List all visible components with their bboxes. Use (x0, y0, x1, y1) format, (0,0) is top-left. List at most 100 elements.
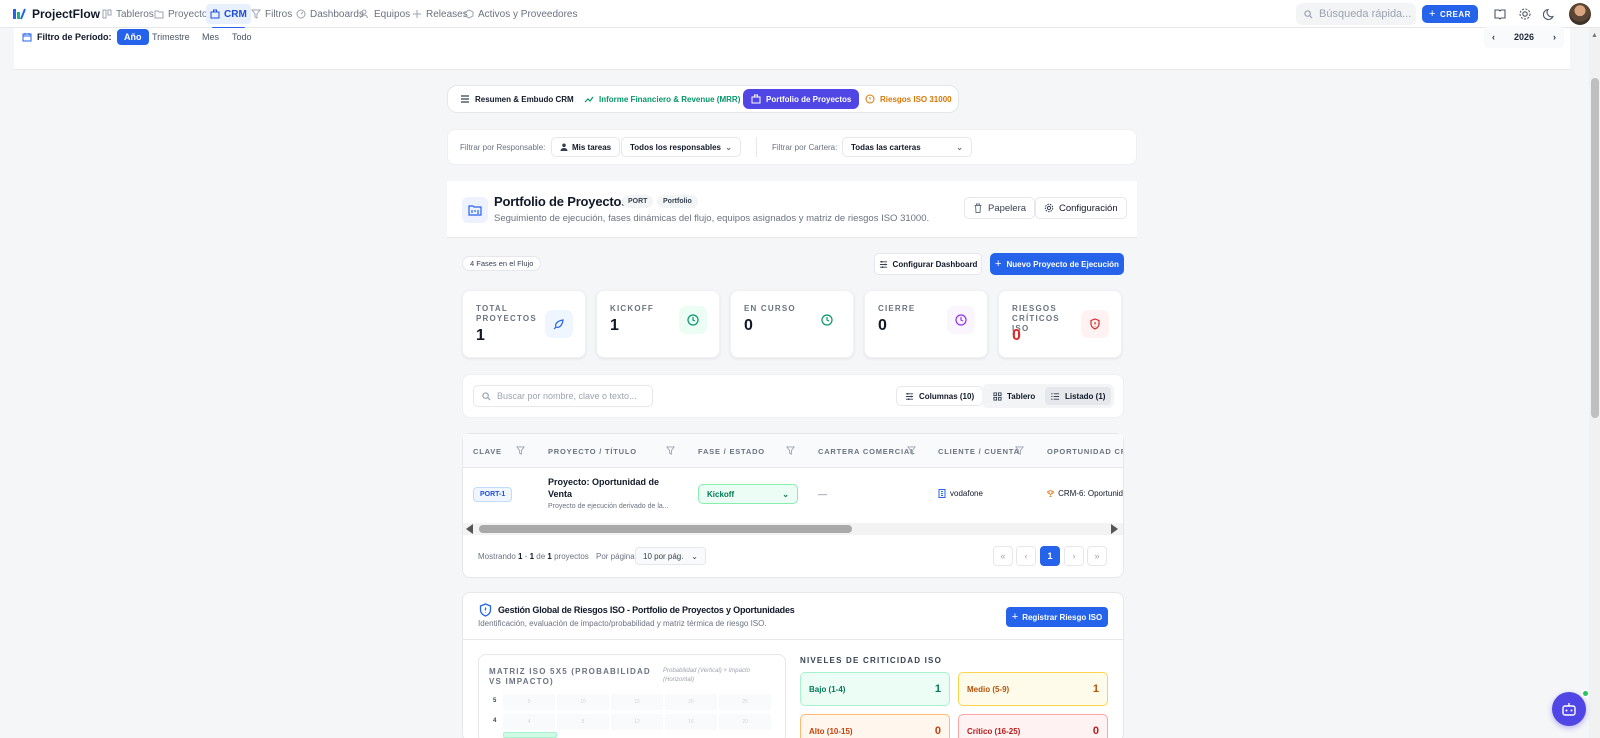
matrix-cell[interactable]: 4 (503, 714, 555, 730)
chevron-left-icon: ‹ (1024, 551, 1028, 561)
calendar-icon (22, 33, 32, 42)
matrix-cell[interactable]: 20 (665, 694, 717, 710)
matrix-cell[interactable]: 10 (557, 694, 609, 710)
nav-item-equipos[interactable]: Equipos (356, 4, 414, 24)
board-view-button[interactable]: Tablero (987, 387, 1041, 405)
filter-icon[interactable] (666, 446, 675, 455)
chevron-right-icon[interactable]: › (1553, 32, 1556, 42)
filter-icon[interactable] (516, 446, 525, 455)
column-header-cartera[interactable]: CARTERA COMERCIAL (818, 447, 915, 456)
kpi-value: 0 (1012, 327, 1021, 344)
nav-item-tableros[interactable]: Tableros (98, 4, 158, 24)
per-page-select[interactable]: 10 por pág. ⌄ (635, 547, 706, 565)
filter-icon[interactable] (907, 446, 916, 455)
column-header-proyecto[interactable]: PROYECTO / TÍTULO (548, 447, 637, 456)
column-header-fase[interactable]: FASE / ESTADO (698, 447, 765, 456)
moon-icon[interactable] (1543, 7, 1557, 21)
period-tab-trimestre[interactable]: Trimestre (145, 29, 197, 45)
nav-item-activos[interactable]: Activos y Proveedores (460, 4, 582, 24)
plus-icon: + (995, 258, 1002, 270)
portfolio-select[interactable]: Todas las carteras ⌄ (842, 137, 972, 157)
period-tab-todo[interactable]: Todo (225, 29, 259, 45)
client-cell[interactable]: vodafone (938, 489, 983, 498)
level-bajo[interactable]: Bajo (1-4) 1 (800, 672, 950, 706)
matrix-cell[interactable]: 12 (611, 714, 663, 730)
project-type-chip: Portfolio (657, 195, 698, 208)
matrix-cell[interactable]: 25 (719, 694, 771, 710)
nav-item-crm[interactable]: CRM (206, 4, 251, 29)
create-button[interactable]: + CREAR (1422, 5, 1478, 23)
dashboard-icon (296, 9, 306, 19)
opportunity-cell[interactable]: CRM-6: Oportunid (1047, 489, 1123, 498)
search-icon (482, 391, 491, 401)
create-label: CREAR (1439, 9, 1471, 19)
assistant-bot-button[interactable] (1552, 692, 1586, 726)
page-button-current[interactable]: 1 (1040, 546, 1060, 566)
scroll-right-arrow[interactable] (1111, 524, 1118, 534)
user-avatar[interactable] (1569, 3, 1591, 25)
chevron-left-icon[interactable]: ‹ (1492, 32, 1495, 42)
trash-button[interactable]: Papelera (964, 197, 1036, 219)
filter-icon[interactable] (1015, 446, 1024, 455)
bot-icon (1562, 703, 1576, 716)
period-tab-mes[interactable]: Mes (195, 29, 226, 45)
matrix-cell[interactable]: 8 (557, 714, 609, 730)
scroll-up-arrow[interactable]: ▲ (1591, 32, 1598, 39)
column-header-clave[interactable]: CLAVE (473, 447, 502, 456)
phase-select[interactable]: Kickoff ⌄ (698, 484, 798, 504)
new-project-button[interactable]: + Nuevo Proyecto de Ejecución (990, 253, 1124, 275)
project-key-badge[interactable]: PORT-1 (473, 487, 513, 502)
owner-select[interactable]: Todos los responsables ⌄ (621, 137, 741, 157)
matrix-cell[interactable]: 5 (503, 694, 555, 710)
matrix-row-label: 4 (493, 718, 497, 724)
column-header-oportunidad[interactable]: OPORTUNIDAD CRM (1047, 447, 1123, 456)
level-medio[interactable]: Medio (5-9) 1 (958, 672, 1108, 706)
level-critico[interactable]: Crítico (16-25) 0 (958, 714, 1108, 738)
filter-icon[interactable] (786, 446, 795, 455)
column-header-cliente[interactable]: CLIENTE / CUENTA (938, 447, 1020, 456)
first-page-button[interactable]: « (993, 546, 1013, 566)
list-view-button[interactable]: Listado (1) (1045, 387, 1112, 405)
configuration-button[interactable]: Configuración (1035, 197, 1127, 219)
matrix-cell-highlight[interactable] (503, 732, 557, 738)
my-tasks-button[interactable]: Mis tareas (551, 137, 621, 157)
year-navigator: ‹ 2026 › (1484, 26, 1564, 48)
tab-riesgos-iso[interactable]: Riesgos ISO 31000 (857, 89, 960, 109)
criticality-levels-title: NIVELES DE CRITICIDAD ISO (800, 656, 943, 665)
quick-search-input[interactable]: Búsqueda rápida... (1296, 3, 1416, 25)
register-risk-button[interactable]: + Registrar Riesgo ISO (1006, 607, 1108, 627)
app-name[interactable]: ProjectFlow (32, 7, 100, 21)
prev-page-button[interactable]: ‹ (1016, 546, 1036, 566)
new-project-label: Nuevo Proyecto de Ejecución (1006, 259, 1119, 269)
per-page-value: 10 por pág. (643, 551, 684, 561)
nav-item-filtros[interactable]: Filtros (247, 4, 296, 24)
project-search-input[interactable]: Buscar por nombre, clave o texto... (473, 385, 653, 407)
last-page-button[interactable]: » (1087, 546, 1107, 566)
kpi-cierre: CIERRE 0 (864, 290, 988, 358)
configure-dashboard-button[interactable]: Configurar Dashboard (874, 253, 982, 275)
gear-icon[interactable] (1518, 7, 1532, 21)
tab-resumen-embudo[interactable]: Resumen & Embudo CRM (452, 89, 582, 109)
project-title[interactable]: Proyecto: Oportunidad de Venta (548, 476, 668, 500)
building-icon (938, 489, 946, 498)
matrix-cell[interactable]: 20 (719, 714, 771, 730)
book-icon[interactable] (1493, 7, 1507, 21)
scroll-left-arrow[interactable] (466, 524, 473, 534)
period-tab-ano[interactable]: Año (117, 29, 149, 45)
matrix-cell[interactable]: 16 (665, 714, 717, 730)
level-alto[interactable]: Alto (10-15) 0 (800, 714, 950, 738)
scrollbar-thumb[interactable] (1591, 78, 1599, 418)
user-icon (560, 143, 568, 151)
tab-portfolio-proyectos[interactable]: Portfolio de Proyectos (743, 89, 860, 109)
columns-button[interactable]: Columnas (10) (896, 386, 984, 406)
sliders-icon (879, 260, 887, 268)
owner-filter-label: Filtrar por Responsable: (460, 143, 546, 152)
matrix-cell[interactable]: 15 (611, 694, 663, 710)
risk-section-subtitle: Identificación, evaluación de impacto/pr… (478, 619, 767, 628)
next-page-button[interactable]: › (1064, 546, 1084, 566)
horizontal-scroll-thumb[interactable] (479, 525, 852, 533)
kpi-value: 0 (744, 317, 753, 334)
grid-icon (993, 391, 1002, 401)
period-filter-label: Filtro de Período: (22, 32, 112, 42)
tab-informe-financiero[interactable]: Informe Financiero & Revenue (MRR) (576, 89, 748, 109)
